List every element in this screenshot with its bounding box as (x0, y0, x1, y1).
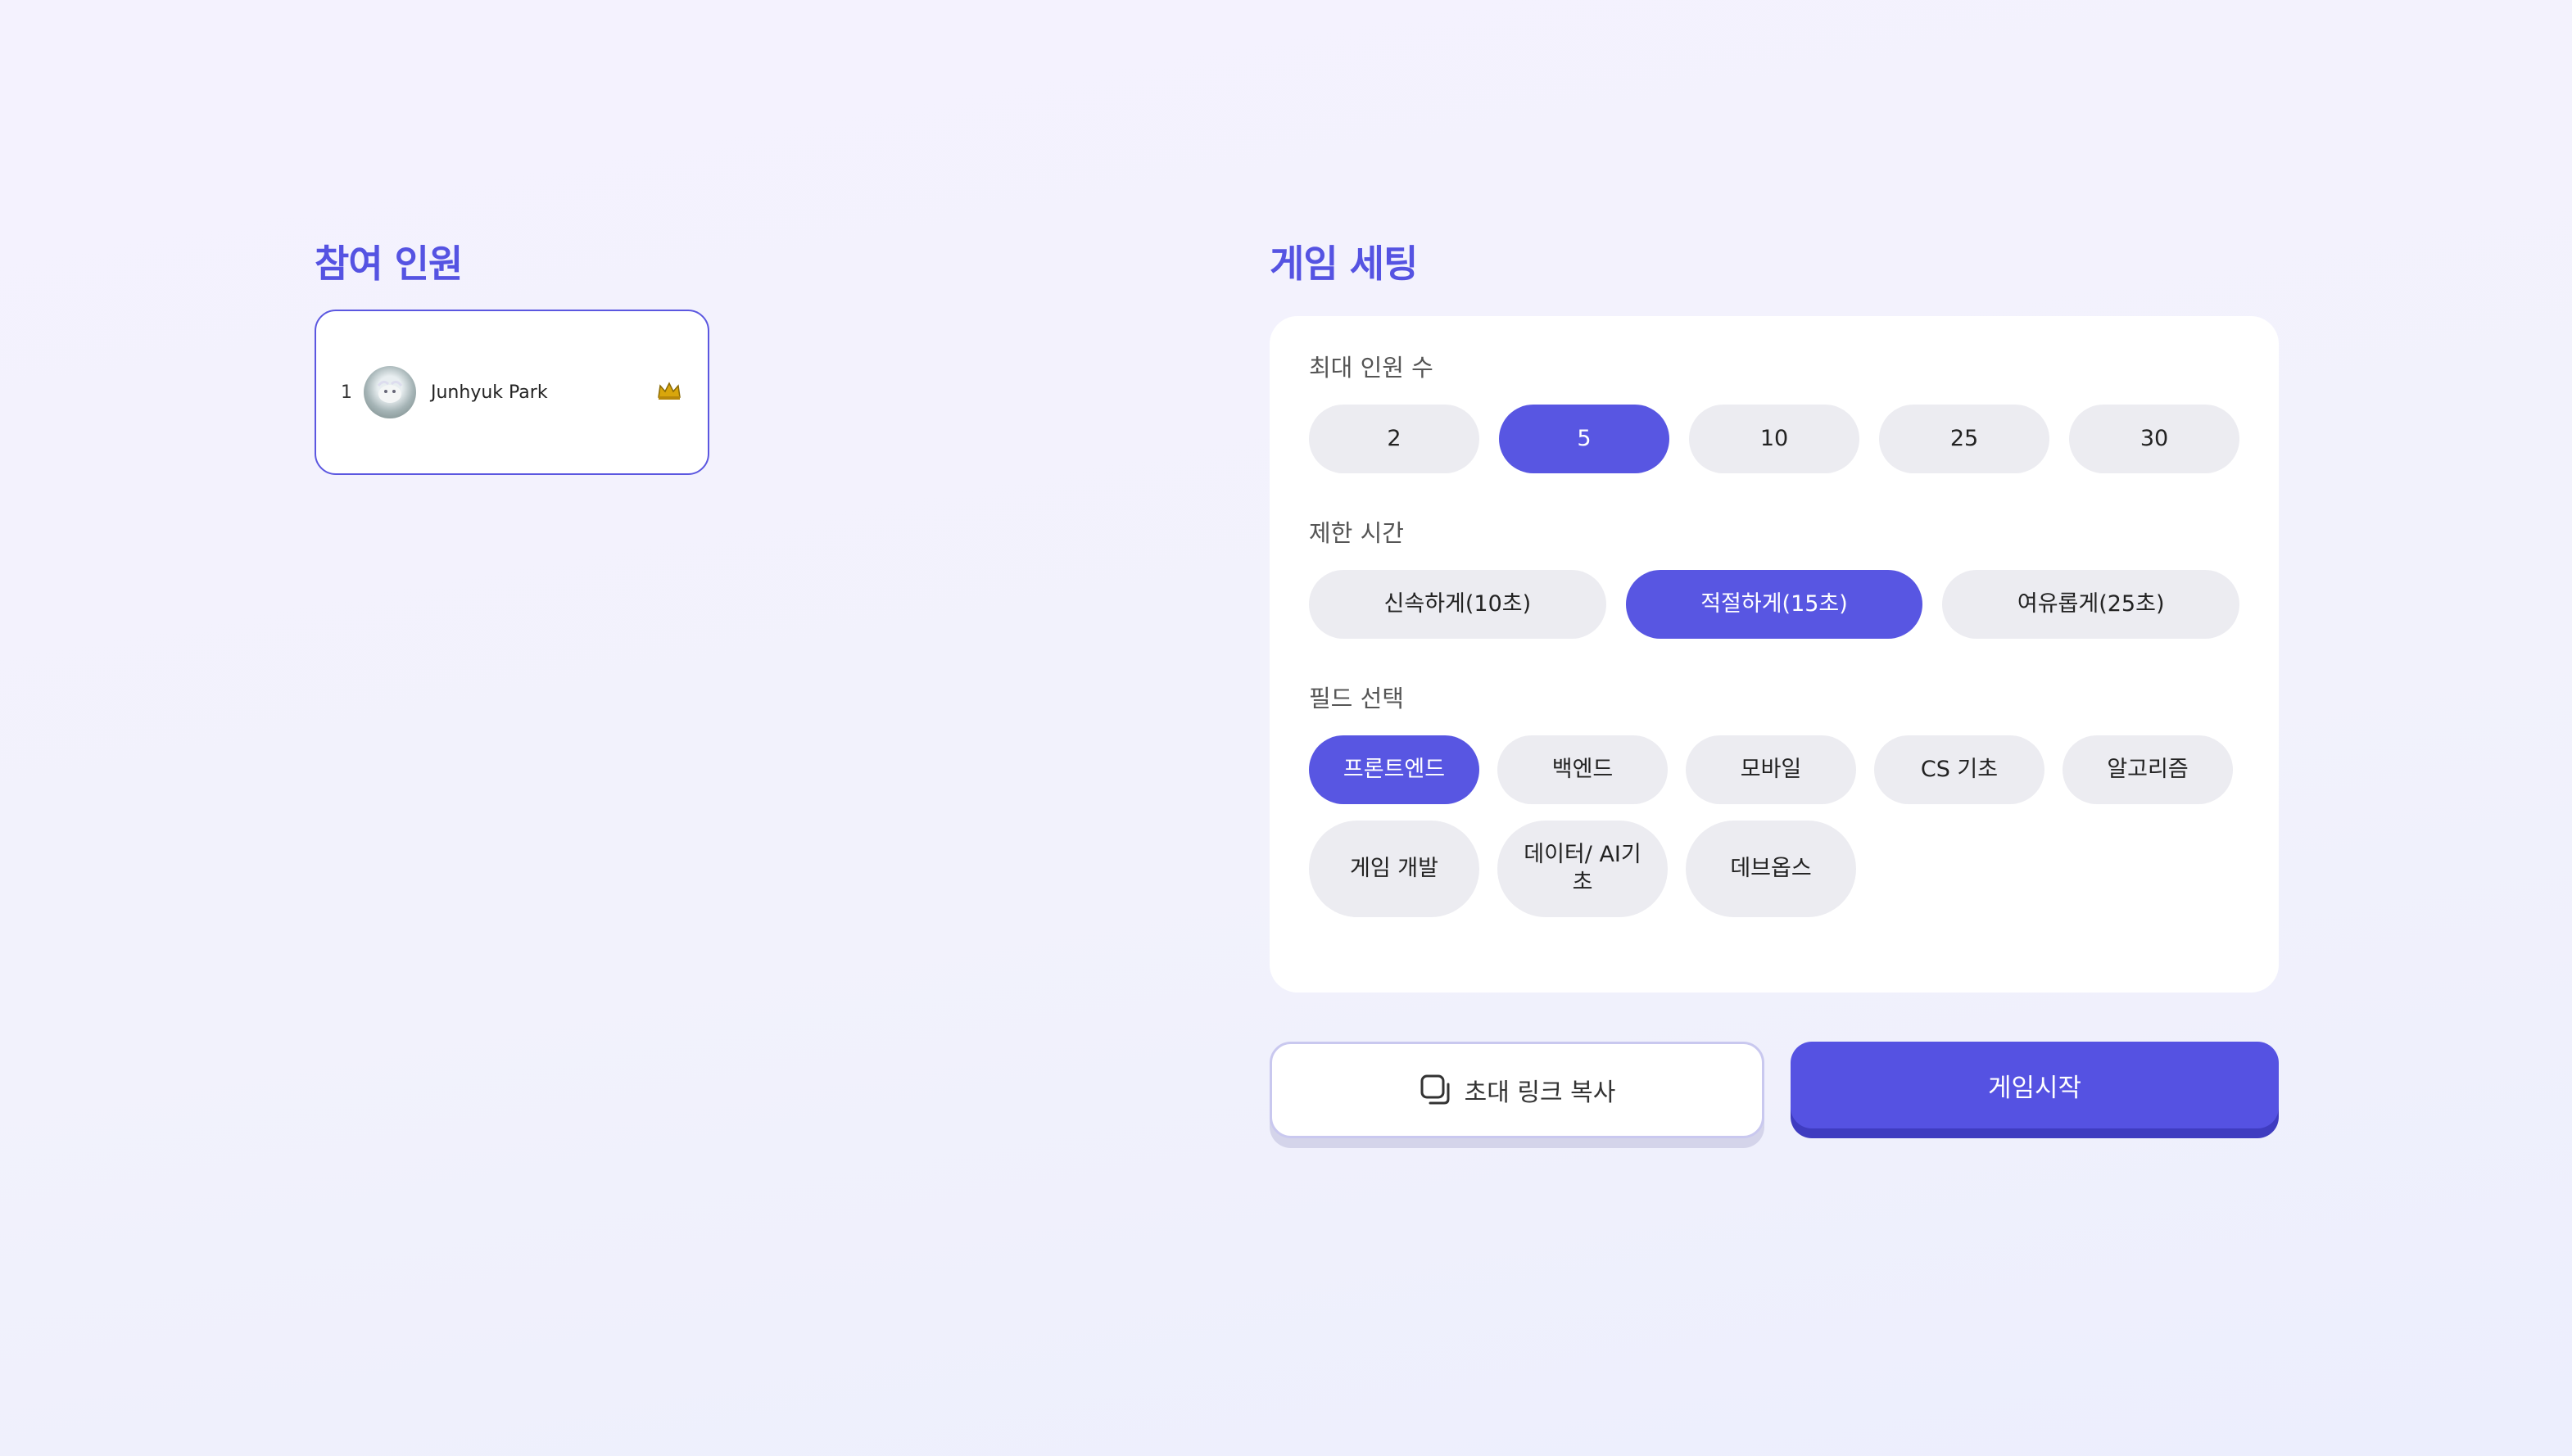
copy-icon (1420, 1074, 1450, 1105)
start-game-button[interactable]: 게임시작 (1791, 1042, 2279, 1128)
field-options: 프론트엔드 백엔드 모바일 CS 기초 알고리즘 게임 개발 데이터/ AI기초… (1309, 735, 2239, 917)
copy-invite-link-label: 초대 링크 복사 (1464, 1078, 1616, 1107)
field-option-backend[interactable]: 백엔드 (1497, 735, 1668, 804)
max-players-option-25[interactable]: 25 (1879, 405, 2049, 473)
max-players-option-5[interactable]: 5 (1499, 405, 1669, 473)
field-options-row-2: 게임 개발 데이터/ AI기초 데브옵스 (1309, 821, 2239, 917)
field-options-row-1: 프론트엔드 백엔드 모바일 CS 기초 알고리즘 (1309, 735, 2239, 804)
max-players-option-2[interactable]: 2 (1309, 405, 1479, 473)
field-option-devops[interactable]: 데브옵스 (1686, 821, 1856, 917)
field-option-frontend[interactable]: 프론트엔드 (1309, 735, 1479, 804)
max-players-option-10[interactable]: 10 (1689, 405, 1859, 473)
max-players-option-30[interactable]: 30 (2069, 405, 2239, 473)
player-name: Junhyuk Park (431, 382, 548, 403)
time-limit-label: 제한 시간 (1309, 519, 1404, 547)
time-limit-option-normal[interactable]: 적절하게(15초) (1625, 570, 1923, 639)
participants-title: 참여 인원 (315, 242, 463, 286)
settings-panel: 최대 인원 수 2 5 10 25 30 제한 시간 신속하게(10초) 적절하… (1270, 316, 2279, 993)
field-option-game-dev[interactable]: 게임 개발 (1309, 821, 1479, 917)
player-card: 1 Junhyuk Park (315, 310, 709, 475)
crown-icon (657, 379, 681, 406)
field-option-algorithm[interactable]: 알고리즘 (2063, 735, 2233, 804)
copy-invite-link-button[interactable]: 초대 링크 복사 (1270, 1042, 1764, 1138)
max-players-options: 2 5 10 25 30 (1309, 405, 2239, 473)
time-limit-options: 신속하게(10초) 적절하게(15초) 여유롭게(25초) (1309, 570, 2240, 639)
field-option-data-ai[interactable]: 데이터/ AI기초 (1497, 821, 1668, 917)
field-option-cs-basics[interactable]: CS 기초 (1874, 735, 2044, 804)
field-option-mobile[interactable]: 모바일 (1686, 735, 1856, 804)
settings-title: 게임 세팅 (1270, 242, 1418, 286)
avatar (364, 366, 416, 418)
player-number: 1 (341, 382, 352, 403)
field-select-label: 필드 선택 (1309, 685, 1404, 712)
time-limit-option-relaxed[interactable]: 여유롭게(25초) (1942, 570, 2240, 639)
max-players-label: 최대 인원 수 (1309, 354, 1433, 382)
time-limit-option-fast[interactable]: 신속하게(10초) (1309, 570, 1606, 639)
